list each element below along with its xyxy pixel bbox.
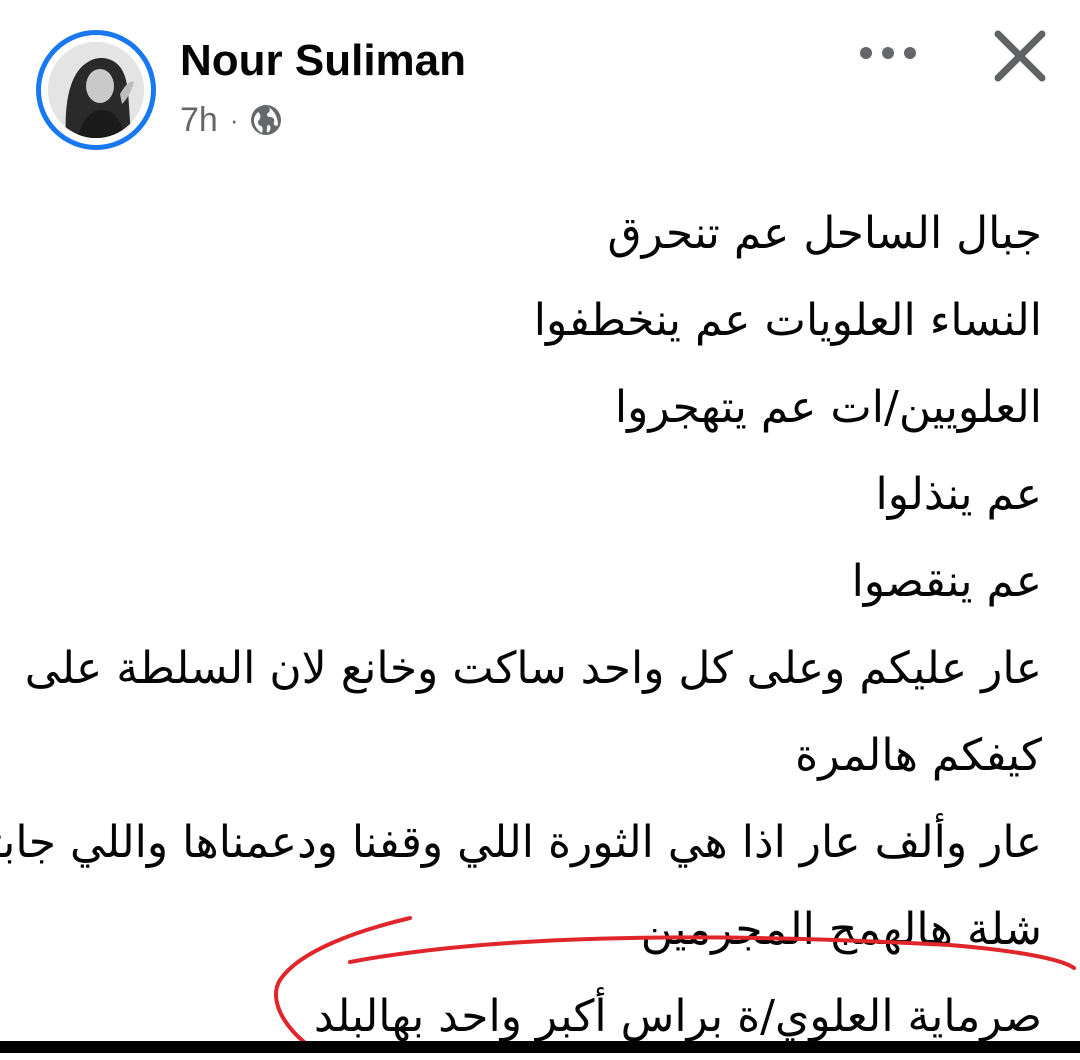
post-line: العلويين/ات عم يتهجروا: [614, 382, 1042, 433]
more-options-button[interactable]: [852, 26, 924, 80]
avatar[interactable]: [36, 30, 156, 150]
meta-separator: ·: [229, 104, 239, 135]
bottom-bar: [0, 1041, 1080, 1053]
post-text: جبال الساحل عم تنحرق النساء العلويات عم …: [0, 190, 1043, 1060]
post-line: جبال الساحل عم تنحرق: [607, 208, 1043, 259]
close-button[interactable]: [982, 18, 1058, 94]
profile-photo: [48, 42, 144, 138]
post-meta: 7h ·: [180, 98, 283, 142]
profile-photo-image: [48, 42, 144, 138]
post-line: عار عليكم وعلى كل واحد ساكت وخانع لان ال…: [24, 643, 1042, 694]
author-name[interactable]: Nour Suliman: [180, 34, 466, 88]
post-line: كيفكم هالمرة: [795, 730, 1042, 781]
globe-icon[interactable]: [249, 103, 283, 137]
post-time[interactable]: 7h: [180, 101, 218, 140]
more-horizontal-icon: [860, 47, 916, 59]
post-line: شلة هالهمج المجرمين: [640, 904, 1042, 955]
facebook-post: Nour Suliman 7h · جبال الساحل عم تنحرق ا…: [0, 0, 1080, 1053]
post-line: عم ينذلوا: [875, 469, 1042, 520]
post-line: النساء العلويات عم ينخطفوا: [533, 295, 1042, 346]
post-line: عار وألف عار اذا هي الثورة اللي وقفنا ود…: [0, 817, 1042, 868]
post-line: عم ينقصوا: [851, 556, 1042, 607]
close-icon: [994, 30, 1046, 82]
